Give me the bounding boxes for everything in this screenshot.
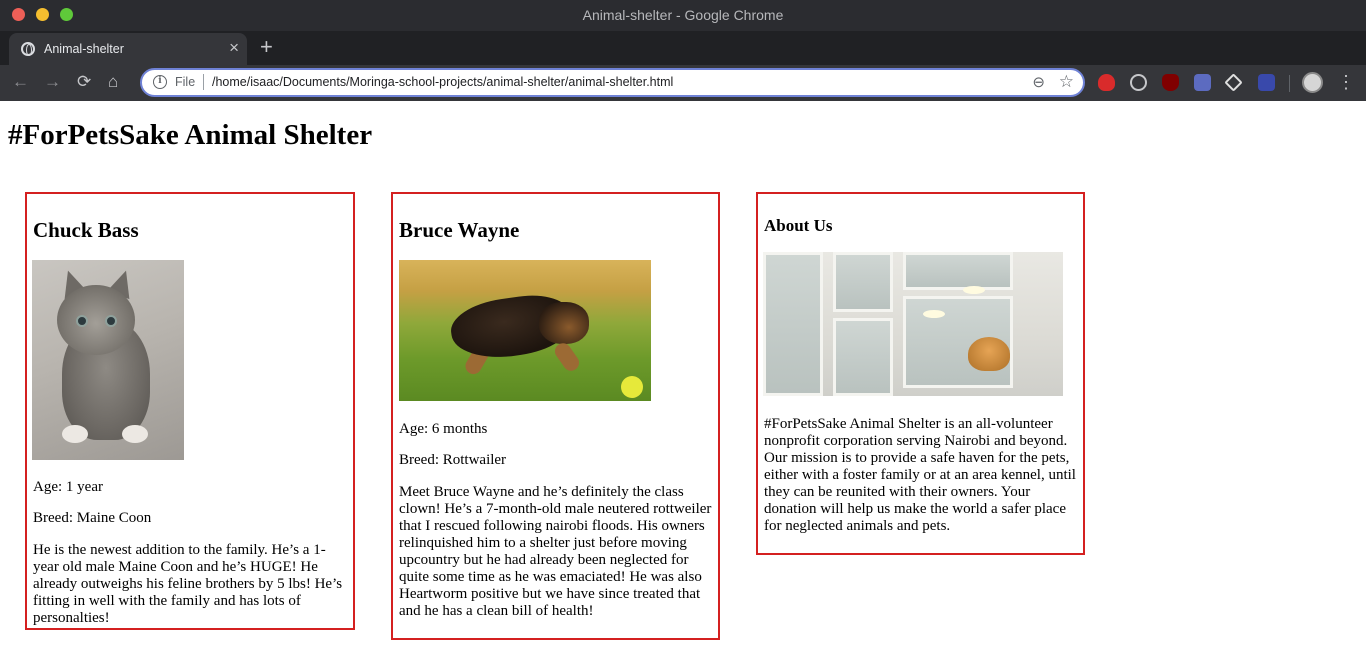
globe-icon (21, 42, 35, 56)
window-title: Animal-shelter - Google Chrome (582, 7, 784, 23)
puppy-head (539, 302, 589, 344)
tab-strip: Animal-shelter × + (0, 31, 1366, 65)
zoom-icon[interactable]: ⊖ (1032, 73, 1045, 91)
pet-breed: Breed: Maine Coon (33, 510, 152, 526)
kitten-eye (105, 315, 117, 327)
translate-icon[interactable] (1194, 74, 1211, 91)
kitten-photo (32, 260, 184, 460)
diamond-icon[interactable] (1224, 73, 1243, 92)
book-icon[interactable] (1258, 74, 1275, 91)
kennel-cell (833, 252, 893, 312)
pet-description: He is the newest addition to the family.… (33, 542, 343, 626)
kitten-paw (122, 425, 148, 443)
pet-card-bruce-wayne: Bruce Wayne Age: 6 months Breed: Rottwai… (391, 192, 720, 640)
reload-icon[interactable]: ⟳ (77, 72, 91, 92)
cat (968, 337, 1010, 371)
puppy-photo (399, 260, 651, 401)
about-heading: About Us (764, 216, 833, 235)
pet-breed: Breed: Rottwailer (399, 452, 507, 468)
about-text: #ForPetsSake Animal Shelter is an all-vo… (764, 416, 1076, 534)
about-us-card: About Us #ForPetsSake Animal Shelter is … (756, 192, 1085, 555)
address-bar[interactable]: i File /home/isaac/Documents/Moringa-sch… (140, 68, 1085, 97)
new-tab-button[interactable]: + (260, 35, 273, 59)
pet-card-chuck-bass: Chuck Bass Age: 1 year Breed: Maine Coon… (25, 192, 355, 630)
page-content: #ForPetsSake Animal Shelter Chuck Bass A… (0, 101, 1366, 670)
tab-animal-shelter[interactable]: Animal-shelter × (9, 33, 247, 65)
page-title: #ForPetsSake Animal Shelter (8, 119, 373, 151)
puppy-leg (551, 340, 583, 374)
kitten-eye (76, 315, 88, 327)
pet-age: Age: 6 months (399, 421, 488, 437)
ceiling-light (963, 286, 985, 294)
close-tab-icon[interactable]: × (229, 38, 239, 58)
kennel-cell (833, 318, 893, 396)
pet-age: Age: 1 year (33, 479, 103, 495)
avatar[interactable] (1302, 72, 1323, 93)
hand-icon[interactable] (1098, 74, 1115, 91)
tab-title: Animal-shelter (44, 42, 124, 56)
ublock-icon[interactable] (1162, 74, 1179, 91)
kitten-paw (62, 425, 88, 443)
url-scheme-label: File (175, 75, 196, 89)
ceiling-light (923, 310, 945, 318)
shelter-photo (763, 252, 1063, 396)
menu-icon[interactable]: ⋮ (1337, 71, 1355, 93)
browser-toolbar: ← → ⟳ ⌂ i File /home/isaac/Documents/Mor… (0, 65, 1366, 101)
url-separator (203, 74, 204, 90)
pet-name: Bruce Wayne (399, 218, 520, 242)
bookmark-star-icon[interactable]: ☆ (1059, 72, 1074, 92)
kennel-cell (903, 252, 1013, 290)
window-titlebar: Animal-shelter - Google Chrome (0, 0, 1366, 31)
tennis-ball (621, 376, 643, 398)
back-arrow-icon[interactable]: ← (12, 72, 29, 92)
kennel-cell (763, 252, 823, 396)
pet-name: Chuck Bass (33, 218, 139, 242)
pet-description: Meet Bruce Wayne and he’s definitely the… (399, 484, 712, 619)
kitten-head (57, 285, 135, 355)
url-text[interactable]: /home/isaac/Documents/Moringa-school-pro… (212, 75, 673, 89)
forward-arrow-icon[interactable]: → (44, 72, 61, 92)
home-icon[interactable]: ⌂ (108, 72, 118, 92)
info-icon[interactable]: i (153, 75, 167, 89)
globe-icon[interactable] (1130, 74, 1147, 91)
toolbar-divider (1289, 75, 1290, 92)
